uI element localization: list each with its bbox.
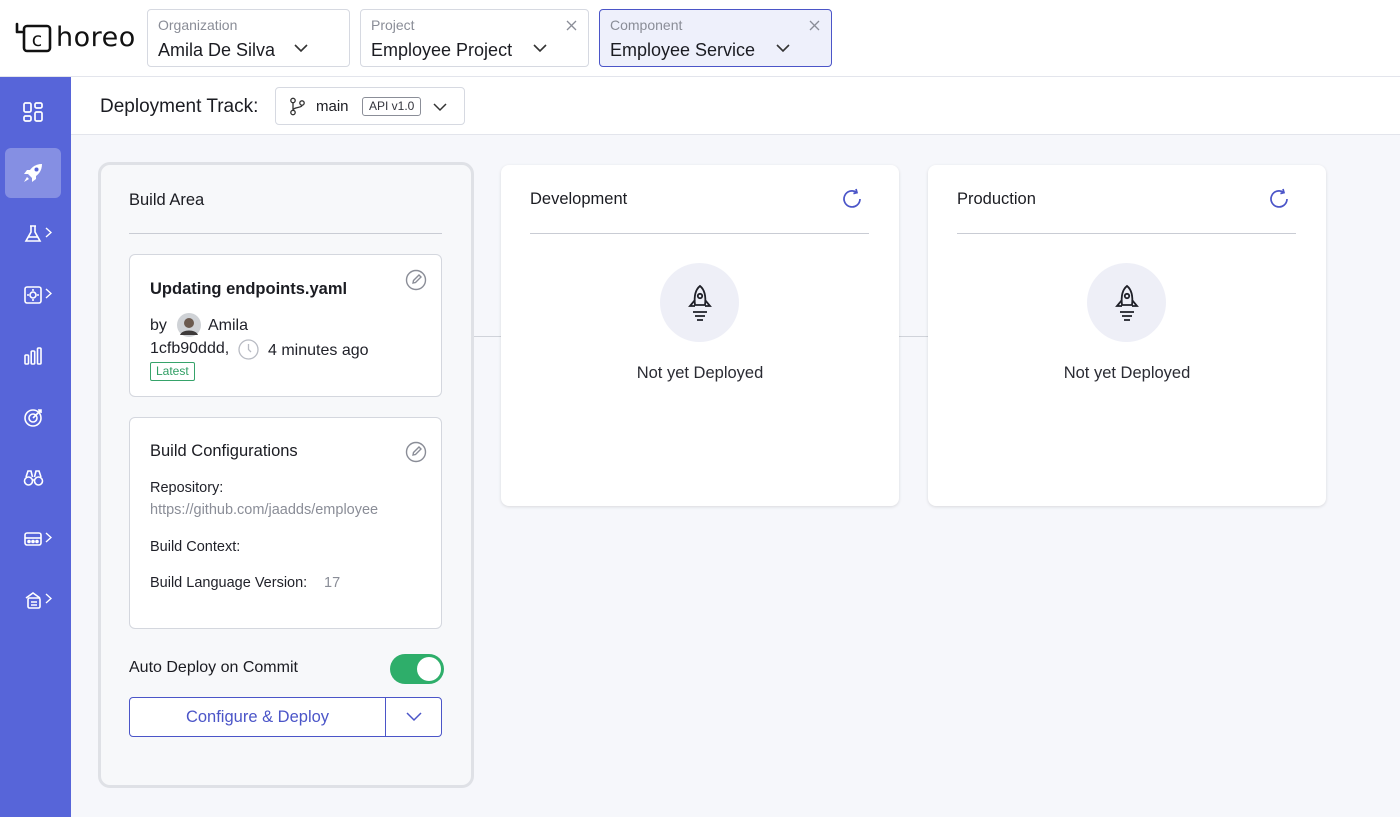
deployment-track-selector[interactable]: main API v1.0: [275, 87, 465, 125]
component-value: Employee Service: [610, 40, 756, 60]
devops-binoculars-icon: [23, 470, 43, 486]
divider: [530, 233, 869, 234]
organization-selector[interactable]: Organization Amila De Silva: [147, 9, 350, 67]
sidebar-item-overview[interactable]: [5, 87, 61, 137]
choreo-logo[interactable]: c horeo: [14, 21, 136, 53]
commit-hash[interactable]: 1cfb90ddd,: [150, 340, 229, 358]
sidebar-item-deploy[interactable]: [5, 148, 61, 198]
rocket-icon: [1114, 284, 1139, 321]
observability-chart-icon: [24, 347, 42, 365]
repository-label: Repository:: [150, 480, 224, 496]
build-area-card: Build Area Updating endpoints.yaml by Am…: [98, 162, 474, 788]
configure-deploy-button[interactable]: Configure & Deploy: [129, 697, 386, 737]
build-area-title: Build Area: [129, 191, 205, 209]
insights-target-icon: [23, 408, 42, 427]
component-selector[interactable]: Component Employee Service: [599, 9, 832, 67]
project-label: Project: [371, 17, 415, 33]
environment-name: Production: [957, 190, 1036, 208]
deployment-track-bar: Deployment Track: main API v1.0: [71, 77, 1400, 135]
auto-deploy-toggle[interactable]: [390, 654, 444, 684]
not-deployed-placeholder: [1087, 263, 1166, 342]
avatar: [177, 313, 201, 337]
chevron-down-icon: [776, 44, 790, 53]
build-config-card: Build Configurations Repository: https:/…: [129, 417, 442, 629]
branch-name: main: [316, 98, 349, 115]
build-commit-title: Updating endpoints.yaml: [150, 280, 348, 298]
chevron-right-icon: [45, 532, 52, 543]
project-value: Employee Project: [371, 40, 513, 60]
deploy-options-dropdown[interactable]: [385, 697, 442, 737]
divider: [957, 233, 1296, 234]
build-config-title: Build Configurations: [150, 442, 298, 460]
latest-badge: Latest: [150, 362, 195, 381]
api-version-badge: API v1.0: [362, 97, 422, 116]
environment-name: Development: [530, 190, 628, 208]
dependencies-icon: [24, 532, 42, 546]
sidebar-item-dependencies[interactable]: [5, 514, 61, 564]
project-selector[interactable]: Project Employee Project: [360, 9, 589, 67]
chevron-down-icon: [533, 44, 547, 53]
sidebar-item-test[interactable]: [5, 209, 61, 259]
by-label: by: [150, 317, 167, 334]
pipeline-connector: [474, 336, 501, 337]
production-env-card: Production Not yet Deployed: [928, 165, 1326, 506]
language-version-label: Build Language Version:: [150, 575, 308, 591]
deploy-rocket-icon: [24, 164, 42, 182]
language-version-value: 17: [324, 575, 341, 591]
refresh-icon[interactable]: [1268, 188, 1290, 210]
organization-value: Amila De Silva: [158, 40, 276, 60]
chevron-down-icon: [433, 103, 447, 112]
sidebar-item-observability[interactable]: [5, 331, 61, 381]
chevron-down-icon: [405, 712, 422, 722]
clock-icon: [238, 339, 259, 360]
latest-build-card: Updating endpoints.yaml by Amila 1cfb90d…: [129, 254, 442, 397]
pipeline-connector: [898, 336, 928, 337]
chevron-right-icon: [45, 288, 52, 299]
repository-link[interactable]: https://github.com/jaadds/employee: [150, 502, 378, 518]
git-branch-icon: [290, 97, 305, 116]
refresh-icon[interactable]: [841, 188, 863, 210]
test-flask-icon: [24, 225, 42, 242]
toggle-knob: [417, 657, 441, 681]
edit-icon[interactable]: [405, 269, 427, 291]
rocket-icon: [687, 284, 712, 321]
divider: [129, 233, 442, 234]
chevron-right-icon: [45, 227, 52, 238]
auto-deploy-label: Auto Deploy on Commit: [129, 659, 298, 676]
component-label: Component: [610, 17, 683, 33]
build-context-label: Build Context:: [150, 539, 241, 555]
sidebar-item-admin[interactable]: [5, 575, 61, 625]
admin-icon: [25, 592, 41, 609]
deploy-status-text: Not yet Deployed: [636, 364, 764, 382]
clear-project-icon[interactable]: [566, 20, 577, 31]
sidebar-item-insights[interactable]: [5, 392, 61, 442]
development-env-card: Development Not yet Deployed: [501, 165, 899, 506]
sidebar-item-settings[interactable]: [5, 270, 61, 320]
top-bar: c horeo Organization Amila De Silva Proj…: [0, 0, 1400, 77]
organization-label: Organization: [158, 17, 238, 33]
settings-gear-icon: [24, 286, 42, 304]
build-time: 4 minutes ago: [268, 342, 369, 359]
chevron-right-icon: [45, 593, 52, 604]
choreo-logo-icon: c: [15, 22, 52, 53]
not-deployed-placeholder: [660, 263, 739, 342]
edit-icon[interactable]: [405, 441, 427, 463]
deployment-track-title: Deployment Track:: [100, 96, 259, 117]
overview-grid-icon: [23, 102, 43, 122]
build-author: Amila: [208, 317, 249, 334]
chevron-down-icon: [294, 44, 308, 53]
clear-component-icon[interactable]: [809, 20, 820, 31]
deploy-status-text: Not yet Deployed: [1063, 364, 1191, 382]
logo-text: horeo: [56, 21, 136, 53]
sidebar-item-devops[interactable]: [5, 453, 61, 503]
logo-letter: c: [32, 29, 42, 51]
sidebar: [0, 77, 71, 817]
